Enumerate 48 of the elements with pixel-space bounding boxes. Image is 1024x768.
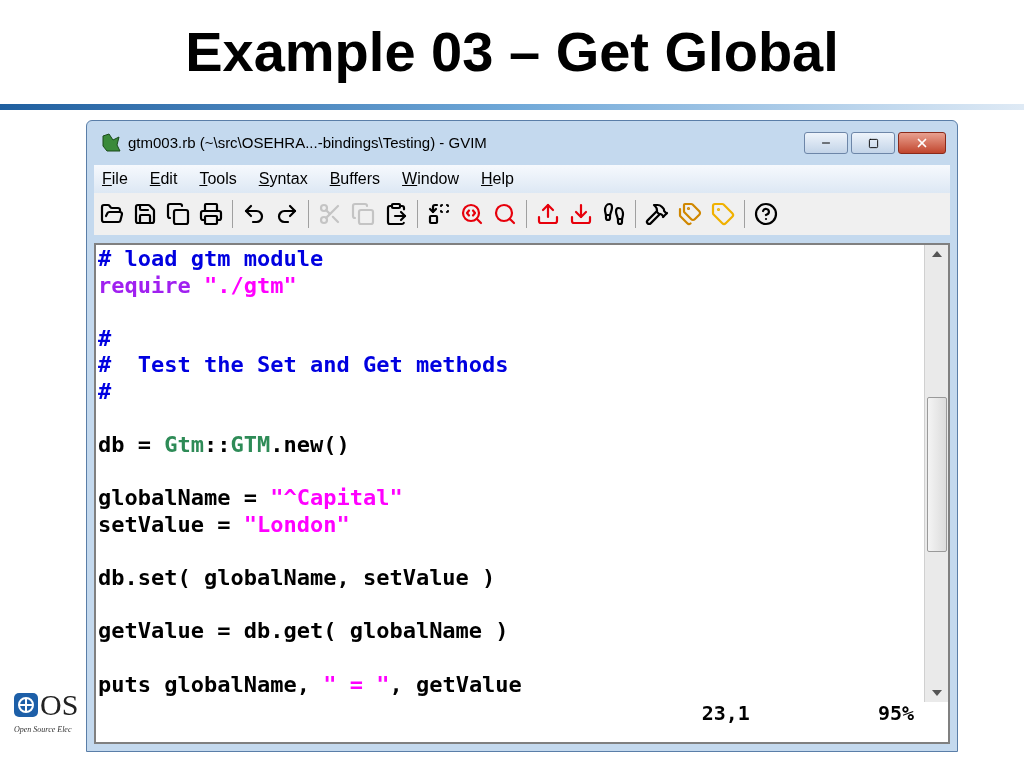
hammer-icon[interactable] [645, 202, 669, 226]
clipboard-icon[interactable] [384, 202, 408, 226]
logo-text: OS [40, 690, 79, 720]
redo-icon[interactable] [275, 202, 299, 226]
logo-caption: Open Source Elec [14, 724, 73, 736]
magnifier-icon[interactable] [460, 202, 484, 226]
scroll-up-icon[interactable] [931, 251, 942, 257]
upload-icon[interactable] [536, 202, 560, 226]
logo-icon [14, 693, 38, 717]
download-icon[interactable] [569, 202, 593, 226]
menu-item[interactable]: Edit [149, 167, 178, 191]
tags-icon[interactable] [678, 202, 702, 226]
scrollbar-thumb[interactable] [926, 397, 947, 552]
printer-icon[interactable] [199, 202, 223, 226]
close-button[interactable] [898, 132, 946, 154]
menu-item[interactable]: Syntax [258, 167, 308, 191]
code-line: globalName = "^Capital" [98, 485, 403, 511]
code-line: require "./gtm" [98, 272, 297, 298]
slide-title: Example 03 – Get Global [185, 19, 839, 85]
stacked-pages-icon[interactable] [166, 202, 190, 226]
menu-item[interactable]: Help [481, 167, 514, 191]
close-icon [915, 136, 929, 150]
code-line: # Test the Set and Get methods [98, 352, 509, 378]
undo-icon[interactable] [242, 202, 266, 226]
code-line: puts globalName, " = ", getValue [98, 671, 522, 697]
code-line: # load gtm module [98, 246, 324, 271]
help-icon[interactable] [754, 202, 778, 226]
menu-item[interactable]: Window [402, 167, 459, 191]
footprints-icon[interactable] [602, 202, 626, 226]
folder-icon[interactable] [100, 202, 124, 226]
search-icon[interactable] [493, 202, 517, 226]
window-title: gtm003.rb (~\src\OSEHRA...-bindings\Testing) - GVIM [128, 132, 488, 153]
menu-item[interactable]: Buffers [329, 167, 381, 191]
maximize-icon [867, 137, 879, 149]
code-line: getValue = db.get( globalName ) [98, 618, 509, 644]
scroll-down-icon[interactable] [931, 690, 942, 696]
code-line: db.set( globalName, setValue ) [98, 565, 496, 591]
scroll-percent: 95% [877, 700, 914, 727]
maximize-button[interactable] [851, 132, 895, 154]
menu-item[interactable]: File [102, 167, 128, 191]
code-line: setValue = "London" [98, 511, 350, 537]
cursor-position: 23,1 [701, 700, 750, 727]
app-icon [100, 132, 122, 154]
menu-item[interactable]: Tools [199, 167, 237, 191]
code-line: # [98, 378, 112, 404]
vertical-scrollbar[interactable] [924, 245, 948, 702]
code-line: # [98, 325, 112, 351]
code-line: db = Gtm::GTM.new() [98, 432, 350, 458]
